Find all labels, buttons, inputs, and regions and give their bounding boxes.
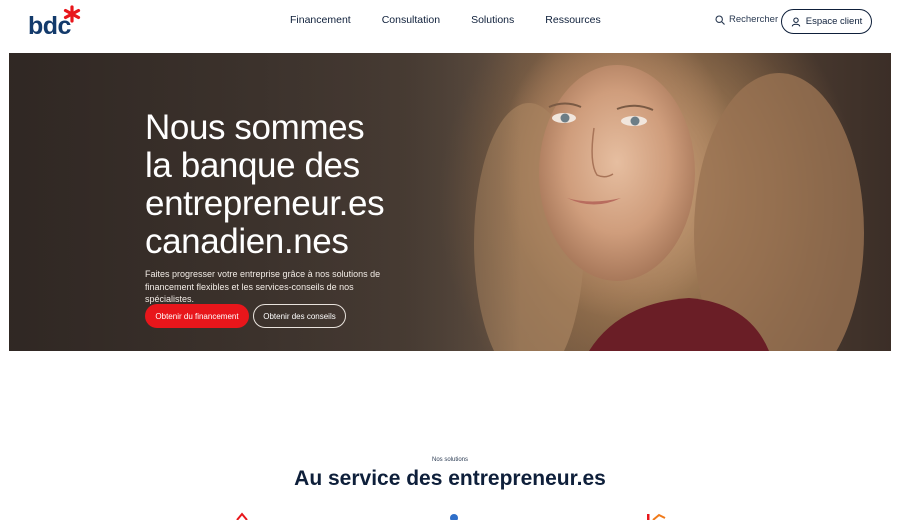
logo-star-icon bbox=[63, 5, 81, 23]
client-space-button[interactable]: Espace client bbox=[781, 9, 872, 34]
hero-subtitle: Faites progresser votre entreprise grâce… bbox=[145, 269, 381, 304]
hero-title-line: la banque des bbox=[145, 146, 360, 185]
section-title: Au service des entrepreneur.es bbox=[294, 467, 606, 490]
get-advice-button[interactable]: Obtenir des conseils bbox=[253, 304, 346, 328]
nav-item-consultation[interactable]: Consultation bbox=[382, 14, 440, 26]
blue-drop-icon bbox=[450, 514, 458, 520]
main-nav: Financement Consultation Solutions Resso… bbox=[290, 14, 632, 26]
red-house-icon bbox=[236, 512, 248, 520]
hero-title: Nous sommes la banque des entrepreneur.e… bbox=[145, 109, 485, 261]
get-financing-button[interactable]: Obtenir du financement bbox=[145, 304, 249, 328]
bdc-logo[interactable]: bdc bbox=[28, 5, 88, 40]
hero-banner: Nous sommes la banque des entrepreneur.e… bbox=[9, 53, 891, 351]
section-eyebrow: Nos solutions bbox=[431, 457, 469, 463]
nav-item-solutions[interactable]: Solutions bbox=[471, 14, 514, 26]
site-header: bdc Financement Consultation Solutions R… bbox=[0, 0, 900, 44]
user-icon bbox=[791, 17, 801, 27]
client-space-label: Espace client bbox=[805, 16, 863, 27]
search-icon bbox=[715, 14, 725, 25]
search-button[interactable]: Rechercher bbox=[715, 14, 778, 25]
search-label: Rechercher bbox=[729, 14, 779, 25]
orange-chart-icon bbox=[647, 513, 666, 520]
hero-title-line: Nous sommes bbox=[145, 108, 365, 147]
nav-item-financement[interactable]: Financement bbox=[290, 14, 351, 26]
hero-title-line: entrepreneur.es bbox=[145, 184, 385, 223]
hero-title-line: canadien.nes bbox=[145, 222, 349, 261]
nav-item-ressources[interactable]: Ressources bbox=[545, 14, 600, 26]
